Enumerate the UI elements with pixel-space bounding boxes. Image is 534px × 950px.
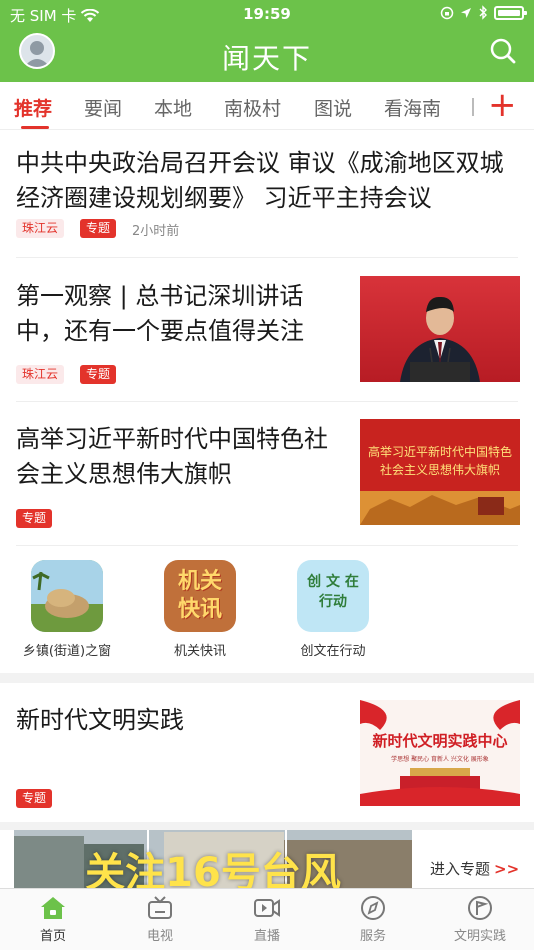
orientation-lock-icon	[440, 6, 454, 19]
nav-label: 文明实践	[453, 929, 506, 944]
thumbnail-caption-3: 高举习近平新时代中国特色社会主义思想伟大旗帜	[368, 445, 513, 477]
news-title-3[interactable]: 高举习近平新时代中国特色社会主义思想伟大旗帜	[16, 422, 336, 492]
search-icon[interactable]	[488, 36, 518, 66]
tab-recommend[interactable]: 推荐	[14, 94, 52, 121]
home-icon	[41, 897, 65, 919]
topic-badge-1: 专题	[80, 219, 117, 238]
quick-link-label: 创文在行动	[300, 644, 366, 659]
quick-link-town[interactable]: 乡镇(街道)之窗	[12, 560, 122, 659]
agency-news-icon-text: 机关快讯	[177, 569, 222, 622]
status-bar: 无 SIM 卡 19:59	[0, 0, 534, 30]
channel-tabs: 推荐 要闻 本地 南极村 图说 看海南 +	[0, 82, 534, 130]
civilization-icon-text: 创 文 在行动	[307, 574, 359, 610]
nav-label: 服务	[359, 929, 386, 944]
location-icon	[461, 7, 471, 18]
tab-news[interactable]: 要闻	[84, 94, 122, 121]
tab-photos[interactable]: 图说	[314, 94, 352, 121]
nav-tv[interactable]: 电视	[120, 895, 200, 944]
news-title-2[interactable]: 第一观察 | 总书记深圳讲话中，还有一个要点值得关注	[16, 279, 336, 349]
divider	[16, 545, 518, 546]
civilization-icon: 创 文 在行动	[297, 560, 369, 632]
quick-link-label: 机关快讯	[173, 644, 226, 659]
news-time-1: 2小时前	[132, 224, 180, 239]
bottom-navigation: 首页 电视 直播 服务 文明实践	[0, 888, 534, 950]
topic-badge-2: 专题	[80, 365, 117, 384]
source-badge-2: 珠江云	[16, 365, 65, 384]
enter-topic-label: 进入专题	[430, 860, 491, 878]
app-header: 闻天下	[0, 30, 534, 82]
feature-thumbnail[interactable]: 新时代文明实践中心 学思想 聚民心 育新人 兴文化 展形象	[360, 700, 520, 806]
add-channel-icon[interactable]: +	[488, 88, 517, 122]
active-tab-indicator	[21, 126, 49, 129]
agency-news-icon: 机关快讯	[164, 560, 236, 632]
feature-thumb-title: 新时代文明实践中心	[372, 732, 508, 750]
tab-overflow-indicator	[472, 98, 474, 116]
quick-link-civilization[interactable]: 创 文 在行动 创文在行动	[278, 560, 388, 659]
nav-civilization[interactable]: 文明实践	[440, 895, 520, 944]
app-title: 闻天下	[221, 42, 312, 75]
nav-home[interactable]: 首页	[13, 895, 93, 944]
source-badge-1: 珠江云	[16, 219, 65, 238]
divider	[16, 257, 518, 258]
feature-title[interactable]: 新时代文明实践	[16, 703, 336, 738]
tab-nanjicun[interactable]: 南极村	[224, 94, 281, 121]
nav-label: 直播	[253, 929, 280, 944]
topic-badge-3: 专题	[16, 509, 53, 528]
bluetooth-icon	[479, 5, 487, 20]
news-title-1[interactable]: 中共中央政治局召开会议 审议《成渝地区双城经济圈建设规划纲要》 习近平主持会议	[16, 146, 520, 216]
tab-hainan[interactable]: 看海南	[384, 94, 441, 121]
quick-link-label: 乡镇(街道)之窗	[22, 644, 112, 659]
live-icon	[254, 899, 280, 917]
battery-icon	[494, 5, 527, 20]
tv-icon	[148, 896, 172, 919]
banner-text: 关注16号台风	[85, 850, 341, 890]
compass-icon	[361, 896, 385, 920]
speaker-photo	[360, 276, 520, 382]
nav-label: 电视	[146, 929, 173, 944]
section-gap	[0, 822, 534, 830]
town-icon	[31, 560, 103, 632]
nav-service[interactable]: 服务	[333, 895, 413, 944]
typhoon-banner[interactable]: 关注16号台风	[14, 830, 412, 890]
flag-graphic	[360, 700, 520, 806]
status-right	[440, 5, 527, 20]
feature-thumb-subtitle: 学思想 聚民心 育新人 兴文化 展形象	[391, 756, 489, 763]
quick-link-agency-news[interactable]: 机关快讯 机关快讯	[145, 560, 255, 659]
news-thumbnail-2[interactable]	[360, 276, 520, 382]
tab-local[interactable]: 本地	[154, 94, 192, 121]
news-thumbnail-3[interactable]: 高举习近平新时代中国特色社会主义思想伟大旗帜	[360, 419, 520, 525]
section-gap	[0, 673, 534, 683]
nav-label: 首页	[39, 929, 66, 944]
double-arrow-icon: >>	[494, 860, 520, 878]
feature-topic-badge: 专题	[16, 789, 53, 808]
enter-topic-link[interactable]: 进入专题 >>	[430, 858, 519, 879]
flag-circle-icon	[468, 896, 492, 920]
divider	[16, 401, 518, 402]
nav-live[interactable]: 直播	[227, 895, 307, 944]
